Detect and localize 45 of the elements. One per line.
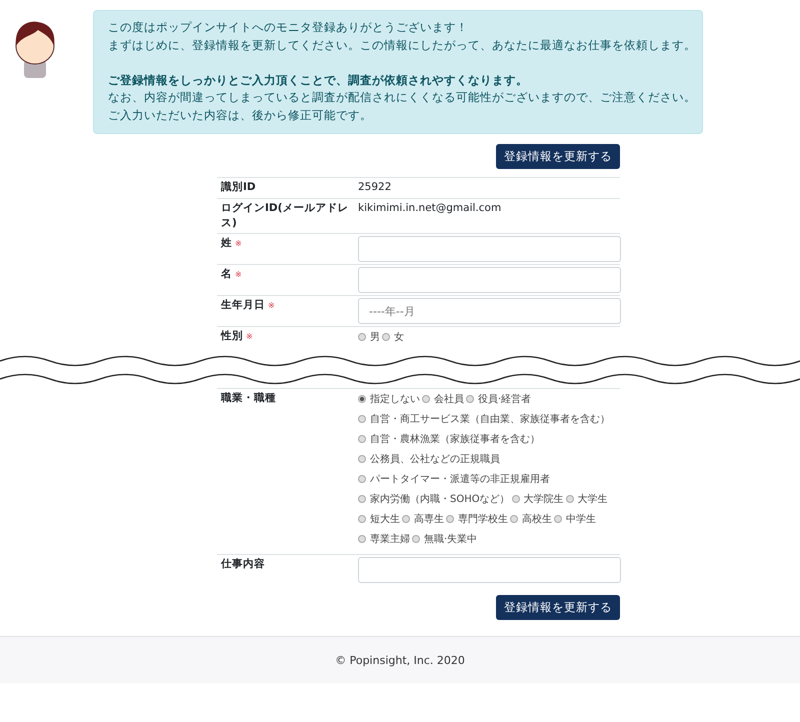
radio-option[interactable]: 大学院生 — [512, 492, 564, 508]
required-mark: ※ — [246, 332, 253, 341]
field-label: ログインID(メールアドレス) — [221, 202, 348, 229]
radio-option[interactable]: 指定しない — [358, 392, 420, 408]
required-mark: ※ — [268, 301, 275, 310]
input-field[interactable] — [358, 236, 621, 262]
field-value: 25922 — [358, 181, 392, 193]
radio-option[interactable]: 専門学校生 — [446, 512, 508, 528]
radio-option[interactable]: 中学生 — [554, 512, 596, 528]
field-label: 名 — [221, 268, 232, 280]
field-label: 性別 — [221, 330, 243, 342]
radio-option[interactable]: 大学生 — [566, 492, 608, 508]
field-value: kikimimi.in.net@gmail.com — [358, 202, 502, 214]
field-label: 生年月日 — [221, 299, 265, 311]
radio-option[interactable]: 会社員 — [422, 392, 464, 408]
field-label: 識別ID — [221, 181, 256, 193]
radio-option[interactable]: 専業主婦 — [358, 532, 410, 548]
required-mark: ※ — [235, 270, 242, 279]
notice-text: ご入力いただいた内容は、後から修正可能です。 — [108, 106, 373, 124]
radio-option[interactable]: 無職·失業中 — [412, 532, 478, 548]
radio-option[interactable]: 自営・農林漁業（家族従事者を含む） — [358, 432, 540, 448]
radio-option[interactable]: 男 — [358, 330, 380, 346]
radio-option[interactable]: 高校生 — [510, 512, 552, 528]
update-button[interactable]: 登録情報を更新する — [496, 595, 620, 620]
radio-option[interactable]: 役員·経営者 — [466, 392, 532, 408]
field-label: 仕事内容 — [221, 558, 265, 570]
field-label: 職業・職種 — [221, 392, 276, 404]
input-field[interactable]: ----年--月 — [358, 298, 621, 324]
radio-option[interactable]: 家内労働（内職・SOHOなど） — [358, 492, 510, 508]
notice-text: なお、内容が間違ってしまっていると調査が配信されにくくなる可能性がございますので、ご注意ください。 — [108, 89, 688, 106]
notice-text: この度はポップインサイトへのモニタ登録ありがとうございます！ — [108, 19, 469, 36]
update-button[interactable]: 登録情報を更新する — [496, 144, 620, 169]
radio-option[interactable]: 短大生 — [358, 512, 400, 528]
copyright-text: © Popinsight, Inc. 2020 — [335, 654, 465, 666]
input-field[interactable] — [358, 267, 621, 293]
required-mark: ※ — [235, 239, 242, 248]
radio-option[interactable]: 女 — [382, 330, 404, 346]
radio-option[interactable]: パートタイマー・派遣等の非正規雇用者 — [358, 472, 550, 488]
input-field[interactable] — [358, 557, 621, 583]
notice-text: ご登録情報をしっかりとご入力頂くことで、調査が依頼されやすくなります。 — [108, 72, 529, 88]
radio-option[interactable]: 高専生 — [402, 512, 444, 528]
radio-option[interactable]: 公務員、公社などの正規職員 — [358, 452, 500, 468]
field-label: 姓 — [221, 237, 232, 249]
notice-text: まずはじめに、登録情報を更新してください。この情報にしたがって、あなたに最適なお仕事を依頼します。 — [108, 36, 688, 54]
radio-option[interactable]: 自営・商工サービス業（自由業、家族従事者を含む） — [358, 412, 610, 428]
